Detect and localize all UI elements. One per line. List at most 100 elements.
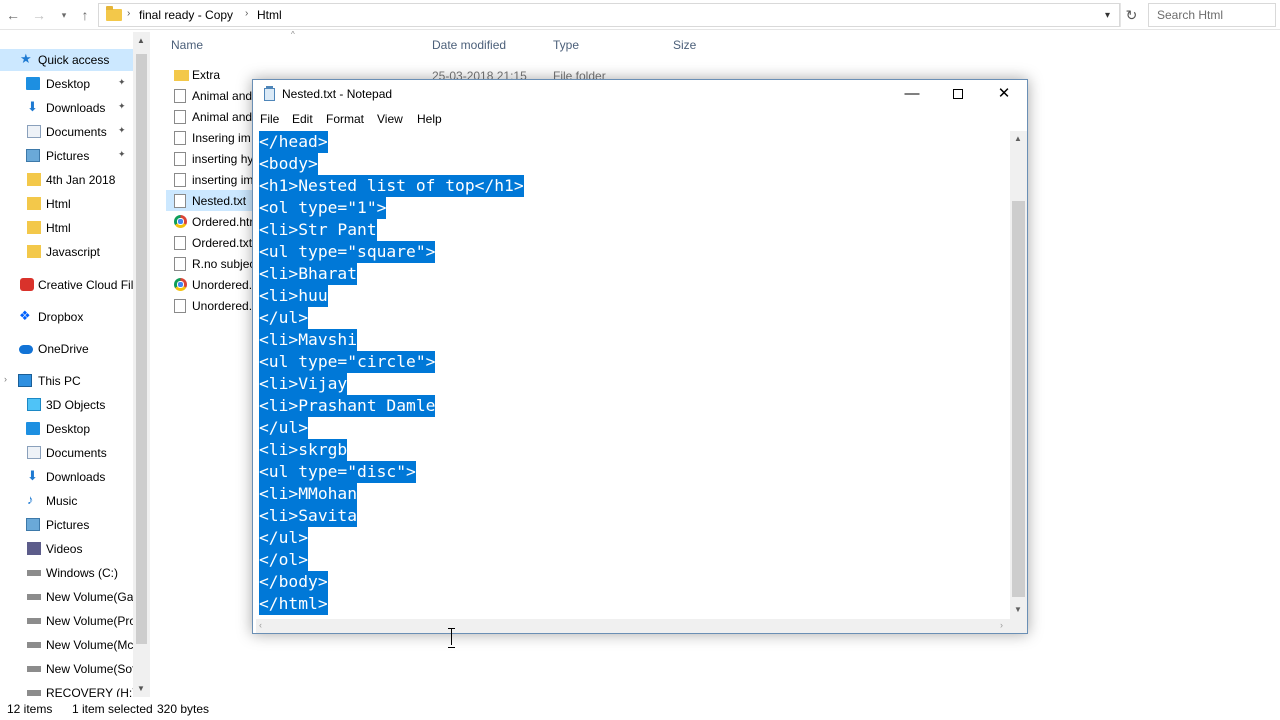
nav-item-3d-objects[interactable]: 3D Objects	[0, 394, 133, 416]
nav-item-documents[interactable]: Documents ✦	[0, 121, 133, 143]
menu-view[interactable]: View	[377, 112, 403, 126]
nav-item-new-volume-ga[interactable]: New Volume(Ga	[0, 586, 133, 608]
column-header-name[interactable]: Name	[171, 38, 203, 52]
download-arrow-icon: ⬇	[27, 468, 38, 483]
code-text: <body>	[259, 153, 318, 175]
horizontal-scrollbar[interactable]: ‹ ›	[256, 619, 1010, 633]
nav-label: Downloads	[46, 101, 106, 115]
scrollbar-thumb[interactable]	[1012, 201, 1025, 597]
address-box[interactable]: › final ready - Copy › Html ▾	[98, 3, 1120, 27]
up-arrow-icon[interactable]: ↑	[76, 4, 94, 26]
scroll-down-arrow-icon[interactable]: ▼	[137, 684, 145, 693]
nav-item-downloads[interactable]: ⬇ Downloads ✦	[0, 97, 133, 119]
text-editor-area[interactable]: </head> <body> <h1>Nested list of top</h…	[256, 131, 1015, 623]
nav-this-pc[interactable]: This PC	[0, 370, 133, 392]
nav-label: Music	[46, 494, 78, 508]
column-header-type[interactable]: Type	[553, 38, 579, 52]
close-button[interactable]: ✕	[981, 80, 1027, 108]
nav-item-javascript[interactable]: Javascript	[0, 241, 133, 263]
nav-item-desktop[interactable]: Desktop ✦	[0, 73, 133, 95]
address-dropdown-chevron-icon[interactable]: ▾	[1105, 10, 1110, 21]
back-arrow-icon[interactable]: ←	[4, 4, 22, 26]
nav-item-windows-c[interactable]: Windows (C:)	[0, 562, 133, 584]
nav-label: Pictures	[46, 518, 90, 532]
nav-item-html[interactable]: Html	[0, 193, 133, 215]
nav-creative-cloud[interactable]: Creative Cloud Fil	[0, 274, 133, 296]
status-selected-count: 1 item selected	[72, 702, 153, 716]
scroll-left-arrow-icon[interactable]: ‹	[259, 620, 262, 630]
nav-item-new-volume-mc[interactable]: New Volume(Mc	[0, 634, 133, 656]
minimize-button[interactable]: —	[889, 80, 935, 108]
text-file-icon	[174, 299, 186, 313]
folder-icon	[27, 221, 41, 234]
notepad-title-bar[interactable]: Nested.txt - Notepad — ✕	[253, 80, 1027, 108]
nav-quick-access[interactable]: ★ Quick access	[0, 49, 133, 71]
file-name: inserting hy	[192, 152, 254, 166]
notepad-window: Nested.txt - Notepad — ✕ File Edit Forma…	[252, 79, 1028, 634]
nav-item-recovery-h[interactable]: RECOVERY (H:)	[0, 682, 136, 697]
resize-grip[interactable]	[1010, 619, 1027, 633]
search-input[interactable]: Search Html	[1148, 3, 1276, 27]
nav-item-desktop-pc[interactable]: Desktop	[0, 418, 133, 440]
menu-bar: File Edit Format View Help	[253, 108, 1027, 130]
nav-item-pictures[interactable]: Pictures ✦	[0, 145, 133, 167]
menu-file[interactable]: File	[260, 112, 279, 126]
code-line: </ul>	[259, 307, 309, 329]
nav-pane-scrollbar[interactable]: ▲ ▼	[133, 32, 150, 697]
drive-icon	[27, 594, 41, 600]
nav-label: This PC	[38, 374, 81, 388]
menu-edit[interactable]: Edit	[292, 112, 313, 126]
nav-item-html-2[interactable]: Html	[0, 217, 133, 239]
code-line: </ul>	[259, 417, 309, 439]
nav-dropbox[interactable]: ❖ Dropbox	[0, 306, 133, 328]
nav-onedrive[interactable]: OneDrive	[0, 338, 133, 360]
nav-item-documents-pc[interactable]: Documents	[0, 442, 133, 464]
pictures-icon	[26, 518, 40, 531]
file-name: inserting im	[192, 173, 254, 187]
scroll-right-arrow-icon[interactable]: ›	[1000, 620, 1003, 630]
scrollbar-thumb[interactable]	[136, 54, 147, 644]
creative-cloud-icon	[20, 278, 34, 291]
code-line: <h1>Nested list of top</h1>	[259, 175, 524, 197]
code-text: <h1>Nested list of top</h1>	[259, 175, 524, 197]
nav-label: Quick access	[38, 53, 110, 67]
nav-item-4th-jan-2018[interactable]: 4th Jan 2018	[0, 169, 133, 191]
nav-item-pictures-pc[interactable]: Pictures	[0, 514, 133, 536]
scroll-up-arrow-icon[interactable]: ▲	[137, 36, 145, 45]
forward-arrow-icon[interactable]: →	[30, 4, 48, 26]
status-item-count: 12 items	[7, 702, 53, 716]
scroll-down-arrow-icon[interactable]: ▼	[1014, 605, 1022, 614]
refresh-icon[interactable]: ↻	[1120, 3, 1142, 27]
nav-item-downloads-pc[interactable]: ⬇ Downloads	[0, 466, 133, 488]
music-note-icon: ♪	[27, 492, 34, 507]
folder-icon	[174, 70, 189, 81]
column-header-date-modified[interactable]: Date modified	[432, 38, 506, 52]
nav-label: New Volume(Sof	[46, 662, 136, 676]
text-file-icon	[174, 257, 186, 271]
text-file-icon	[174, 89, 186, 103]
code-line: <ul type="square">	[259, 241, 436, 263]
breadcrumb-item-html[interactable]: Html	[257, 8, 282, 22]
nav-item-new-volume-sof[interactable]: New Volume(Sof	[0, 658, 136, 680]
code-line: <ol type="1">	[259, 197, 387, 219]
breadcrumb-item-final-ready-copy[interactable]: final ready - Copy	[139, 8, 233, 22]
vertical-scrollbar[interactable]: ▲ ▼	[1010, 131, 1027, 619]
recent-locations-chevron-icon[interactable]: ▾	[58, 4, 70, 26]
scroll-up-arrow-icon[interactable]: ▲	[1014, 134, 1022, 143]
menu-help[interactable]: Help	[417, 112, 442, 126]
nav-item-music[interactable]: ♪ Music	[0, 490, 133, 512]
nav-item-videos[interactable]: Videos	[0, 538, 133, 560]
documents-icon	[27, 125, 41, 138]
menu-format[interactable]: Format	[326, 112, 364, 126]
nav-item-new-volume-pro[interactable]: New Volume(Pro	[0, 610, 136, 632]
nav-label: Javascript	[46, 245, 101, 259]
code-line: <li>Bharat	[259, 263, 358, 285]
nav-label: Pictures	[46, 149, 90, 163]
maximize-button[interactable]	[935, 80, 981, 108]
code-text: </ul>	[259, 307, 309, 329]
expand-chevron-icon[interactable]: ›	[4, 374, 7, 384]
code-line: </head>	[259, 131, 328, 153]
column-header-size[interactable]: Size	[673, 38, 696, 52]
code-line: <li>skrgb	[259, 439, 348, 461]
text-file-icon	[174, 173, 186, 187]
